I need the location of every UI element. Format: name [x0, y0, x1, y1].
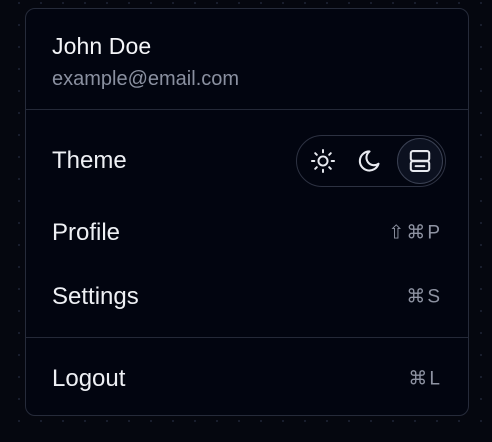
- menu-item-profile[interactable]: Profile ⇧⌘P: [26, 205, 468, 261]
- moon-icon: [358, 150, 380, 172]
- user-dropdown-menu: John Doe example@email.com Theme Profile…: [25, 8, 469, 416]
- theme-switcher: [296, 135, 446, 187]
- settings-label: Settings: [52, 283, 139, 310]
- theme-label: Theme: [52, 147, 127, 174]
- menu-item-logout[interactable]: Logout ⌘L: [26, 351, 468, 407]
- logout-label: Logout: [52, 365, 126, 392]
- user-header: John Doe example@email.com: [26, 9, 468, 109]
- theme-option-light[interactable]: [300, 138, 346, 184]
- profile-shortcut: ⇧⌘P: [388, 222, 442, 244]
- theme-option-system[interactable]: [397, 138, 443, 184]
- sun-icon: [310, 148, 336, 174]
- theme-option-dark[interactable]: [346, 138, 392, 184]
- system-icon: [409, 150, 431, 172]
- logout-shortcut: ⌘L: [408, 368, 442, 390]
- menu-item-settings[interactable]: Settings ⌘S: [26, 269, 468, 325]
- user-name: John Doe: [52, 33, 152, 59]
- profile-label: Profile: [52, 219, 121, 246]
- user-email: example@email.com: [52, 68, 240, 90]
- settings-shortcut: ⌘S: [406, 286, 442, 308]
- divider: [26, 109, 468, 110]
- divider: [26, 337, 468, 338]
